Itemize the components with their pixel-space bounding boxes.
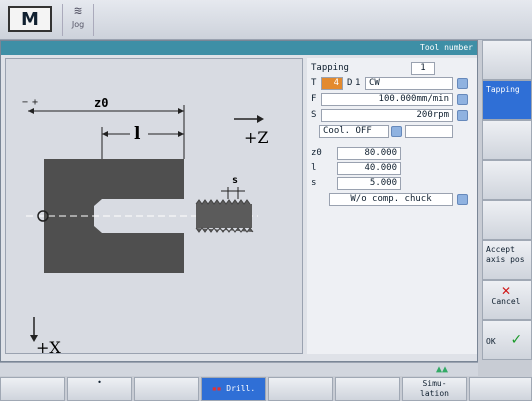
l-arrow-left: [102, 131, 108, 137]
cancel-icon: ✕: [500, 284, 512, 298]
cycle-sketch: z0 − + l +Z s +X: [5, 58, 303, 357]
cycle-index[interactable]: 1: [411, 62, 435, 75]
tap-tool: [195, 199, 254, 233]
accept-label: Accept axis pos: [486, 245, 525, 264]
softkey-tapping-label: Tapping: [486, 85, 520, 94]
minus-sign: −: [22, 97, 28, 108]
l-dim-label: l: [134, 124, 141, 144]
feed-toggle-icon[interactable]: [457, 94, 468, 105]
t-label: T: [311, 78, 317, 88]
coolant-extra-field[interactable]: [405, 125, 453, 138]
feed-field[interactable]: 100.000mm/min: [321, 93, 453, 106]
x-axis-label: +X: [36, 338, 61, 355]
softkey-bottom-3[interactable]: [134, 377, 199, 401]
softkey-cancel[interactable]: ✕ Cancel: [482, 280, 532, 320]
softkey-bottom-6[interactable]: [335, 377, 400, 401]
status-icon: ▲▲: [436, 364, 449, 375]
softkey-right-3[interactable]: [482, 120, 532, 160]
s-dim-label: s: [232, 175, 238, 186]
status-line: ▲▲: [0, 362, 478, 376]
softkey-tapping[interactable]: Tapping: [482, 80, 532, 120]
chuck-mode-field[interactable]: W/o comp. chuck: [329, 193, 453, 206]
cycle-window: Tool number z0 − + l +Z s +X Tapping 1 T…: [0, 40, 478, 362]
softkey-right-4[interactable]: [482, 160, 532, 200]
softkey-bottom-5[interactable]: [268, 377, 333, 401]
simulation-label: Simu- lation: [420, 379, 449, 398]
z-axis-label: +Z: [244, 128, 269, 147]
softkey-bottom-8[interactable]: [469, 377, 532, 401]
jog-icon: ≋: [74, 4, 82, 19]
l-field[interactable]: 40.000: [337, 162, 401, 175]
softkey-accept-axis-pos[interactable]: Accept axis pos: [482, 240, 532, 280]
softkey-simulation[interactable]: Simu- lation: [402, 377, 467, 401]
z0-field[interactable]: 80.000: [337, 147, 401, 160]
z0-label: z0: [311, 148, 322, 158]
cancel-label: Cancel: [491, 297, 521, 306]
speed-field[interactable]: 200rpm: [321, 109, 453, 122]
softkey-right-1[interactable]: [482, 40, 532, 80]
softkey-ok[interactable]: OK ✓: [482, 320, 532, 360]
direction-toggle-icon[interactable]: [457, 78, 468, 89]
pitch-field[interactable]: 5.000: [337, 177, 401, 190]
window-title: Tool number: [1, 41, 477, 55]
cycle-name: Tapping: [311, 63, 349, 73]
checkmark-icon: ✓: [510, 332, 523, 348]
direction-field[interactable]: CW: [365, 77, 453, 90]
z-axis-arrow: [257, 115, 264, 123]
tapping-diagram: z0 − + l +Z s +X: [22, 96, 269, 357]
coolant-toggle-icon[interactable]: [391, 126, 402, 137]
softkey-bottom-1[interactable]: [0, 377, 65, 401]
softkey-bottom-2[interactable]: •: [67, 377, 132, 401]
jog-mode-button[interactable]: ≋ Jog: [62, 4, 94, 36]
chuck-toggle-icon[interactable]: [457, 194, 468, 205]
softkey-right-5[interactable]: [482, 200, 532, 240]
d-label: D: [347, 78, 353, 88]
f-label: F: [311, 94, 317, 104]
z0-dim-label: z0: [94, 96, 108, 110]
speed-toggle-icon[interactable]: [457, 110, 468, 121]
top-bar: M ≋ Jog: [0, 0, 532, 40]
plus-sign: +: [32, 97, 38, 108]
s-label: S: [311, 110, 317, 120]
s2-label: s: [311, 178, 317, 188]
drill-icon: ▪▪: [211, 384, 222, 393]
drill-label: Drill.: [226, 384, 256, 393]
tool-field[interactable]: 4: [321, 77, 343, 90]
parameter-form: Tapping 1 T 4 D 1 CW F 100.000mm/min S 2…: [307, 58, 477, 354]
softkey-drill[interactable]: ▪▪ Drill.: [201, 377, 266, 401]
l-label: l: [311, 163, 317, 173]
ok-label: OK: [486, 337, 496, 346]
machine-button[interactable]: M: [8, 6, 52, 32]
jog-label: Jog: [71, 20, 85, 29]
z0-arrow-left: [28, 108, 34, 114]
d-value[interactable]: 1: [355, 77, 360, 90]
coolant-field[interactable]: Cool. OFF: [319, 125, 389, 138]
l-arrow-right: [178, 131, 184, 137]
z0-arrow-right: [178, 108, 184, 114]
dot-icon: •: [97, 378, 102, 387]
